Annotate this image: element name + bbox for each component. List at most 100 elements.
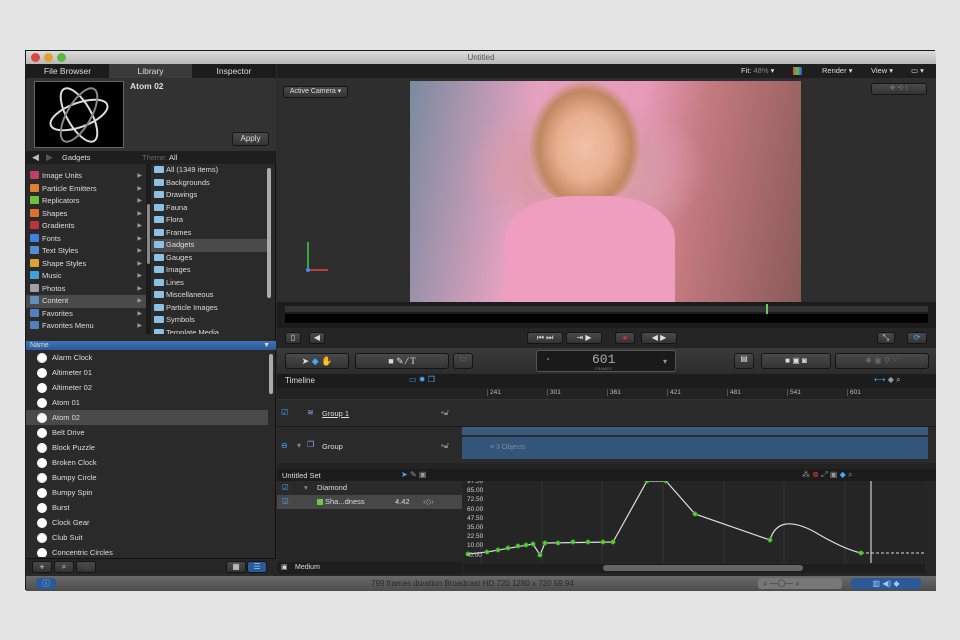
enable-checkbox[interactable]: ☑ (282, 495, 289, 509)
category-item[interactable]: Fonts ▶ (26, 233, 146, 246)
category-select[interactable]: Gadgets (62, 153, 134, 162)
folder-item[interactable]: Gadgets (151, 239, 267, 252)
library-item[interactable]: Broken Clock (26, 455, 268, 470)
enable-checkbox[interactable]: ☑ (281, 408, 288, 417)
timing-pane-toggles[interactable]: ▥ ◀) ◆ (851, 578, 921, 589)
camera-light-generator-tools[interactable]: ■ ▣ ◙ (761, 353, 831, 369)
category-item[interactable]: Text Styles ▶ (26, 245, 146, 258)
library-item[interactable]: Altimeter 01 (26, 365, 268, 380)
category-item[interactable]: Shapes ▶ (26, 208, 146, 221)
theme-select[interactable]: All (169, 153, 177, 162)
zoom-slider[interactable]: ⌕ —◯— ⌕ (758, 578, 842, 589)
render-menu[interactable]: Render ▾ (822, 64, 852, 78)
audio-icon[interactable]: ◀ (309, 332, 325, 344)
playhead[interactable] (766, 304, 768, 314)
lock-icon[interactable]: ▪🔓︎ (441, 441, 449, 451)
disclosure-triangle-icon[interactable]: ▾ (304, 481, 308, 495)
library-item[interactable]: Alarm Clock (26, 350, 268, 365)
category-item[interactable]: Favorites Menu ▶ (26, 320, 146, 333)
list-view-icon[interactable]: ☰ (247, 561, 267, 573)
folder-item[interactable]: Gauges (151, 252, 267, 265)
zoom-button[interactable] (57, 53, 66, 62)
canvas-transform-tools[interactable]: ✥ ⟲ ↕ (871, 83, 927, 95)
category-item[interactable]: Image Units ▶ (26, 170, 146, 183)
graph-horizontal-scrollbar[interactable] (603, 565, 803, 571)
keyframe-nav-buttons[interactable]: ◀ ▶ (641, 332, 677, 344)
chevron-down-icon[interactable]: ▾ (663, 357, 667, 366)
parameter-row[interactable]: ☑ Sha...dness 4.42 ‹◇› (277, 495, 462, 509)
keyframe-curve[interactable] (463, 481, 925, 563)
color-channels-icon[interactable] (793, 67, 802, 75)
timeline-ruler[interactable]: 241 301 361 421 481 541 601 (277, 388, 936, 400)
timebar[interactable] (277, 302, 936, 328)
category-item[interactable]: Music ▶ (26, 270, 146, 283)
category-item[interactable]: Photos ▶ (26, 283, 146, 296)
fullscreen-icon[interactable]: ⤡ (877, 332, 895, 344)
view-layout-icon[interactable]: ▭ ▾ (911, 64, 924, 78)
timeline-view-toggles[interactable]: ▭ ✹ ❐ (409, 375, 435, 384)
view-menu[interactable]: View ▾ (871, 64, 893, 78)
objects-bar[interactable]: ≡ 3 Objects (462, 437, 928, 459)
keyframe-graph[interactable]: 97.50 85.00 72.50 60.00 47.50 35.00 22.50 10.00… (463, 481, 925, 563)
back-arrow-icon[interactable]: ◀ (32, 152, 39, 163)
category-item[interactable]: Favorites ▶ (26, 308, 146, 321)
folder-item[interactable]: All (1349 items) (151, 164, 267, 177)
minimize-button[interactable] (44, 53, 53, 62)
item-scrollbar[interactable] (269, 354, 273, 394)
play-button[interactable]: ⇥ ▶ (566, 332, 602, 344)
parameter-value[interactable]: 4.42 (395, 495, 410, 509)
library-item[interactable]: Atom 02 (26, 410, 268, 425)
enable-checkbox[interactable]: ☑ (282, 481, 289, 495)
category-item[interactable]: Shape Styles ▶ (26, 258, 146, 271)
category-scrollbar[interactable] (147, 204, 150, 264)
folder-scrollbar[interactable] (267, 168, 271, 298)
folder-item[interactable]: Flora (151, 214, 267, 227)
info-icon[interactable]: ⓘ (36, 578, 56, 589)
mask-tool[interactable]: ▭ (453, 353, 473, 369)
group-bar[interactable] (462, 427, 928, 435)
disclosure-triangle-icon[interactable]: ▾ (297, 441, 301, 450)
enable-checkbox[interactable]: ⊖ (281, 441, 288, 450)
folder-item[interactable]: Drawings (151, 189, 267, 202)
folder-item[interactable]: Miscellaneous (151, 289, 267, 302)
library-item[interactable]: Altimeter 02 (26, 380, 268, 395)
category-item[interactable]: Particle Emitters ▶ (26, 183, 146, 196)
loop-icon[interactable]: ⟳ (907, 332, 927, 344)
tab-file-browser[interactable]: File Browser (26, 64, 109, 78)
timeline-row[interactable]: ⊖ ▾ ❐ Group ▪🔓︎ ≡ 3 Objects (277, 427, 936, 463)
keyframe-nav-icon[interactable]: ‹◇› (423, 495, 434, 509)
record-button[interactable]: ● (615, 332, 635, 344)
go-start-end-buttons[interactable]: ⏮ ⏭ (527, 332, 563, 344)
folder-item[interactable]: Lines (151, 277, 267, 290)
library-item[interactable]: Block Puzzle (26, 440, 268, 455)
lock-icon[interactable]: ▪🔓︎ (441, 408, 449, 418)
search-icon[interactable]: ⌕ (54, 561, 74, 573)
add-icon[interactable]: + (32, 561, 52, 573)
folder-item[interactable]: Fauna (151, 202, 267, 215)
timeline-zoom-controls[interactable]: ⟷ ◆ ⌕ (874, 375, 901, 385)
shape-pen-text-tools[interactable]: ■ ✎ ⁄ T (355, 353, 449, 369)
category-item[interactable]: Replicators ▶ (26, 195, 146, 208)
library-item[interactable]: Bumpy Spin (26, 485, 268, 500)
fit-zoom-value[interactable]: 48% (754, 66, 769, 75)
grid-view-icon[interactable]: ▦ (226, 561, 246, 573)
library-item[interactable]: Atom 01 (26, 395, 268, 410)
keyframe-tools[interactable]: ➤ ✎ ▣ (401, 470, 426, 479)
play-region-icon[interactable]: ▯ (285, 332, 301, 344)
behaviors-filters-tools[interactable]: ✹ ▣ ⚲ ⁙ (835, 353, 929, 369)
forward-arrow-icon[interactable]: ▶ (46, 152, 53, 163)
library-item[interactable]: Burst (26, 500, 268, 515)
category-item[interactable]: Gradients ▶ (26, 220, 146, 233)
category-item[interactable]: Content ▶ (26, 295, 146, 308)
library-item[interactable]: Club Suit (26, 530, 268, 545)
tab-library[interactable]: Library (109, 64, 192, 78)
folder-item[interactable]: Particle Images (151, 302, 267, 315)
library-item[interactable]: Clock Gear (26, 515, 268, 530)
apply-button[interactable]: Apply (232, 132, 269, 146)
timeline-row[interactable]: ☑ ≋ Group 1 ▪🔓︎ (277, 400, 936, 427)
tab-inspector[interactable]: Inspector (192, 64, 276, 78)
keyframe-editor-controls[interactable]: ⁂ ⊗ ⤢ ▣ ◆ ⌕ (802, 470, 852, 480)
library-item[interactable]: Concentric Circles (26, 545, 268, 557)
folder-item[interactable]: Template Media (151, 327, 267, 334)
folder-item[interactable]: Symbols (151, 314, 267, 327)
